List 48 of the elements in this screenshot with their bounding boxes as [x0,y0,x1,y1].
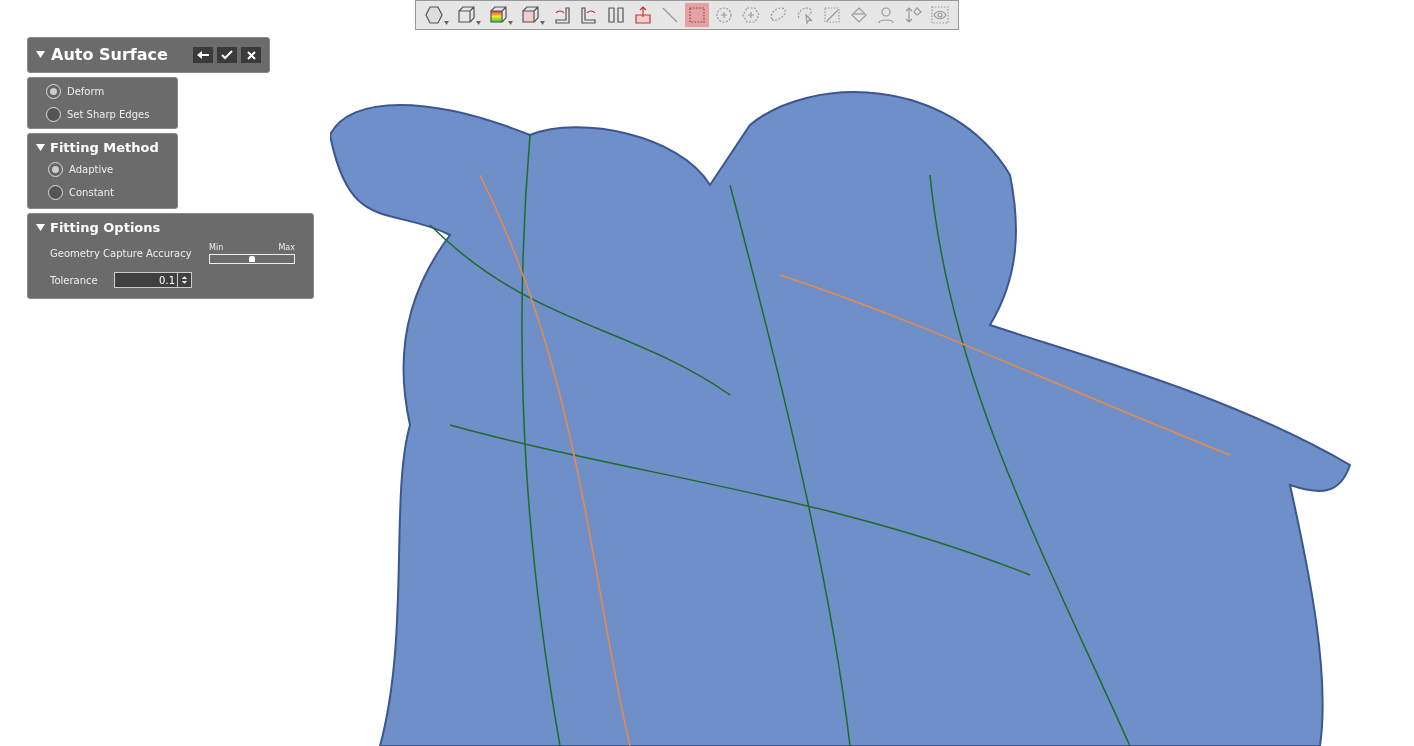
toolbar-button[interactable] [928,3,952,27]
rotate-left-icon [552,5,572,25]
toolbar-button[interactable] [685,3,709,27]
caret-icon[interactable] [36,144,45,152]
line-icon [660,5,680,25]
gradient-cube-icon [488,5,508,25]
hexagon-plus-icon [741,5,761,25]
radio-button[interactable] [48,162,63,177]
close-icon [246,50,256,60]
eye-icon [930,5,950,25]
polygon-icon [424,5,444,25]
tolerance-label: Tolerance [50,273,99,288]
tool-title: Auto Surface [51,44,168,66]
extrude-up-icon [633,5,653,25]
radio-button[interactable] [46,84,61,99]
dropdown-arrow-icon [508,21,513,25]
dropdown-arrow-icon [444,21,449,25]
rotate-right-icon [579,5,599,25]
split-icon [606,5,626,25]
back-button[interactable] [193,47,213,63]
radio-label: Set Sharp Edges [67,108,150,122]
caret-icon[interactable] [36,224,45,232]
up-down-arrows-icon [903,5,923,25]
tolerance-field[interactable]: 0.1 [114,272,192,288]
box-icon [520,5,540,25]
section-title: Fitting Options [50,219,161,238]
accuracy-slider[interactable] [209,254,295,264]
back-arrow-icon [197,51,209,59]
dropdown-arrow-icon [540,21,545,25]
confirm-button[interactable] [217,47,237,63]
radio-label: Deform [67,85,105,99]
radio-label: Constant [69,186,114,200]
lasso-pointer-icon [795,5,815,25]
slider-thumb[interactable] [249,256,255,262]
accuracy-label: Geometry Capture Accuracy [50,246,192,261]
min-label: Min [209,242,224,254]
radio-label: Adaptive [69,163,114,177]
radio-button[interactable] [48,185,63,200]
circle-plus-icon [714,5,734,25]
radio-button[interactable] [46,107,61,122]
cube-icon [456,5,476,25]
close-button[interactable] [241,47,261,63]
rectangle-select-icon [687,5,707,25]
caret-icon[interactable] [36,51,45,59]
max-label: Max [278,242,295,254]
dropdown-arrow-icon [476,21,481,25]
check-icon [221,50,233,60]
section-title: Fitting Method [50,139,159,158]
